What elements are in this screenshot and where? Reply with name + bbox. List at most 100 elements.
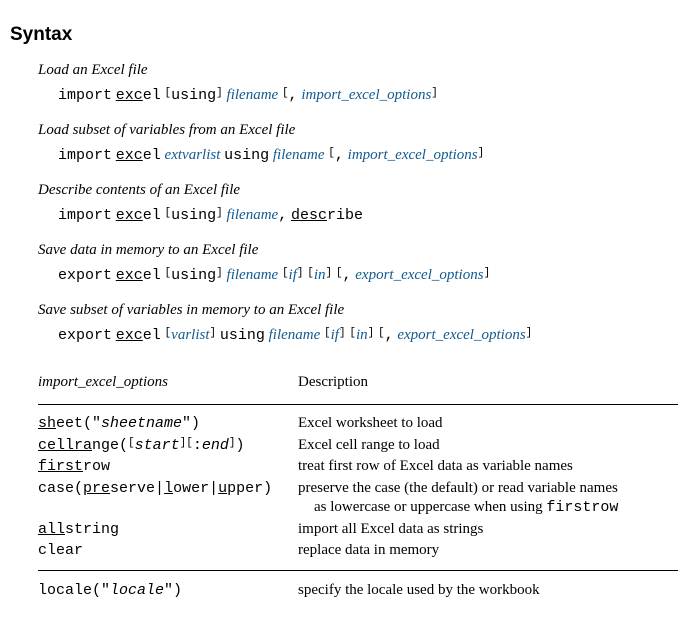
block-title: Save subset of variables in memory to an…: [38, 302, 679, 319]
tok-import: import: [58, 207, 112, 224]
bracket-close: ]: [339, 327, 346, 339]
opt-txt: row: [83, 458, 110, 475]
option-desc: Excel worksheet to load: [298, 413, 678, 435]
tok-comma: ,: [385, 327, 394, 344]
opt-txt: clear: [38, 542, 83, 559]
opt-ul: sh: [38, 415, 56, 432]
table-row: case(preserve|lower|upper) preserve the …: [38, 478, 678, 519]
opt-txt: "): [164, 582, 182, 599]
link-filename[interactable]: filename: [273, 147, 325, 163]
command-line: import excel [using] filename [, import_…: [58, 85, 679, 106]
bracket-open: [: [186, 437, 193, 449]
tok-exc: exc: [116, 327, 143, 344]
desc-tt: firstrow: [546, 499, 618, 516]
command-line: import excel [using] filename, describe: [58, 205, 679, 226]
opt-pipe: |: [209, 480, 218, 497]
tok-comma: ,: [289, 87, 298, 104]
syntax-block-5: Save subset of variables in memory to an…: [38, 302, 679, 346]
tok-exc: exc: [116, 87, 143, 104]
link-export-options[interactable]: export_excel_options: [397, 327, 525, 343]
table-row: locale("locale") specify the locale used…: [38, 580, 678, 602]
tok-using: using: [220, 327, 265, 344]
link-extvarlist[interactable]: extvarlist: [165, 147, 221, 163]
bracket-close: ]: [297, 267, 304, 279]
divider: [38, 404, 678, 405]
link-filename[interactable]: filename: [227, 87, 279, 103]
link-export-options[interactable]: export_excel_options: [355, 267, 483, 283]
link-varlist[interactable]: varlist: [171, 327, 209, 343]
bracket-close: ]: [431, 87, 438, 99]
block-title: Save data in memory to an Excel file: [38, 242, 679, 259]
bracket-close: ]: [216, 207, 223, 219]
bracket-close: ]: [229, 437, 236, 449]
bracket-close: ]: [210, 327, 217, 339]
tok-ribe: ribe: [327, 207, 363, 224]
bracket-open: [: [378, 327, 385, 339]
opt-ul: pre: [83, 480, 110, 497]
desc-text: preserve the case (the default) or read …: [298, 480, 618, 496]
link-if[interactable]: if: [289, 267, 297, 283]
block-title: Load subset of variables from an Excel f…: [38, 122, 679, 139]
bracket-close: ]: [368, 327, 375, 339]
opt-ul: cellra: [38, 437, 92, 454]
bracket-close: ]: [478, 147, 485, 159]
command-line: import excel extvarlist using filename […: [58, 145, 679, 166]
opt-arg: start: [135, 437, 180, 454]
table-header-row: import_excel_options Description: [38, 370, 678, 395]
link-filename[interactable]: filename: [227, 267, 279, 283]
divider: [38, 570, 678, 571]
bracket-open: [: [336, 267, 343, 279]
table-row: sheet("sheetname") Excel worksheet to lo…: [38, 413, 678, 435]
link-in[interactable]: in: [314, 267, 326, 283]
opt-txt: ): [236, 437, 245, 454]
opt-ul: first: [38, 458, 83, 475]
link-if[interactable]: if: [331, 327, 339, 343]
table-row: cellrange([start][:end]) Excel cell rang…: [38, 435, 678, 457]
option-desc: replace data in memory: [298, 540, 678, 562]
syntax-block-1: Load an Excel file import excel [using] …: [38, 62, 679, 106]
option-desc: import all Excel data as strings: [298, 519, 678, 541]
block-title: Describe contents of an Excel file: [38, 182, 679, 199]
bracket-open: [: [324, 327, 331, 339]
tok-el: el: [143, 327, 161, 344]
option-locale: locale("locale"): [38, 580, 298, 602]
syntax-block-4: Save data in memory to an Excel file exp…: [38, 242, 679, 286]
opt-txt: nge(: [92, 437, 128, 454]
tok-using: using: [224, 147, 269, 164]
opt-arg: sheetname: [101, 415, 182, 432]
bracket-close: ]: [484, 267, 491, 279]
tok-comma: ,: [278, 207, 287, 224]
opt-arg: end: [202, 437, 229, 454]
option-case: case(preserve|lower|upper): [38, 478, 298, 519]
tok-exc: exc: [116, 267, 143, 284]
opt-pipe: |: [155, 480, 164, 497]
import-options-table: import_excel_options Description sheet("…: [38, 370, 678, 601]
syntax-block-2: Load subset of variables from an Excel f…: [38, 122, 679, 166]
syntax-block-3: Describe contents of an Excel file impor…: [38, 182, 679, 226]
tok-exc: exc: [116, 207, 143, 224]
option-clear: clear: [38, 540, 298, 562]
link-filename[interactable]: filename: [227, 207, 279, 223]
tok-using: using: [171, 207, 216, 224]
table-row: clear replace data in memory: [38, 540, 678, 562]
link-import-options[interactable]: import_excel_options: [301, 87, 431, 103]
link-in[interactable]: in: [356, 327, 368, 343]
opt-txt: :: [193, 437, 202, 454]
table-row: allstring import all Excel data as strin…: [38, 519, 678, 541]
bracket-open: [: [328, 147, 335, 159]
link-filename[interactable]: filename: [269, 327, 321, 343]
tok-el: el: [143, 207, 161, 224]
tok-desc: desc: [291, 207, 327, 224]
command-line: export excel [using] filename [if] [in] …: [58, 265, 679, 286]
tok-using: using: [171, 267, 216, 284]
bracket-close: ]: [216, 87, 223, 99]
tok-el: el: [143, 147, 161, 164]
opt-ul: l: [164, 480, 173, 497]
desc-text: as lowercase or uppercase when using: [314, 499, 546, 515]
tok-import: import: [58, 87, 112, 104]
option-firstrow: firstrow: [38, 456, 298, 478]
link-import-options[interactable]: import_excel_options: [348, 147, 478, 163]
option-desc: treat first row of Excel data as variabl…: [298, 456, 678, 478]
bracket-close: ]: [526, 327, 533, 339]
option-desc: specify the locale used by the workbook: [298, 580, 678, 602]
